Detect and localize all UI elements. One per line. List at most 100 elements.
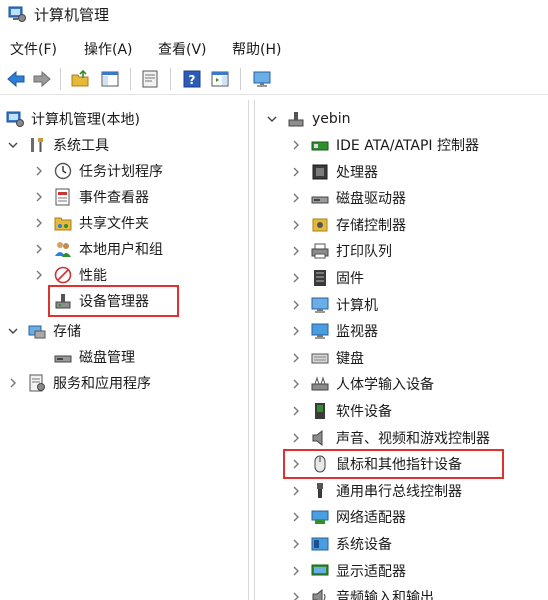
monitor-icon: [311, 323, 329, 340]
tree-item-event-viewer[interactable]: 事件查看器: [32, 184, 149, 210]
device-category-row[interactable]: 软件设备: [289, 398, 392, 424]
chevron-right-icon[interactable]: [289, 271, 303, 285]
properties-icon[interactable]: [140, 69, 160, 89]
tree-label: 任务计划程序: [79, 164, 163, 180]
firmware-icon: [314, 270, 326, 286]
device-category-label: 系统设备: [336, 537, 392, 553]
device-category-row[interactable]: 处理器: [289, 159, 378, 185]
device-category-row[interactable]: 固件: [289, 265, 364, 291]
device-category-label: 声音、视频和游戏控制器: [336, 430, 490, 447]
chevron-right-icon[interactable]: [289, 431, 303, 445]
tree-root-computer-management[interactable]: 计算机管理(本地): [6, 106, 140, 132]
tree-item-disk-management[interactable]: 磁盘管理: [54, 344, 135, 370]
chevron-right-icon[interactable]: [289, 404, 303, 418]
chevron-right-icon[interactable]: [32, 268, 46, 282]
device-category-row[interactable]: IDE ATA/ATAPI 控制器: [289, 132, 479, 158]
chevron-right-icon[interactable]: [289, 377, 303, 391]
tree-item-services-apps[interactable]: 服务和应用程序: [6, 370, 151, 396]
device-category-row[interactable]: 声音、视频和游戏控制器: [289, 425, 490, 451]
tree-label: 服务和应用程序: [53, 376, 151, 392]
tree-label: 共享文件夹: [79, 216, 149, 232]
clock-icon: [54, 162, 72, 180]
software-device-icon: [315, 403, 325, 419]
tree-item-local-users-groups[interactable]: 本地用户和组: [32, 236, 163, 262]
chevron-right-icon[interactable]: [289, 564, 303, 578]
chevron-right-icon[interactable]: [6, 376, 20, 390]
tree-label: 本地用户和组: [79, 242, 163, 258]
chevron-right-icon[interactable]: [32, 190, 46, 204]
display-adapter-icon: [311, 564, 329, 576]
keyboard-icon: [311, 353, 329, 364]
device-category-row[interactable]: 计算机: [289, 292, 378, 318]
menu-file[interactable]: 文件(F): [10, 39, 57, 59]
help-icon[interactable]: ?: [182, 69, 202, 89]
chevron-right-icon[interactable]: [289, 484, 303, 498]
device-category-label: 处理器: [336, 164, 378, 181]
tree-item-storage[interactable]: 存储: [6, 318, 81, 344]
show-action-pane-icon[interactable]: [210, 69, 230, 89]
monitor-icon[interactable]: [252, 69, 272, 89]
device-category-label: 磁盘驱动器: [336, 191, 406, 208]
device-category-row[interactable]: 磁盘驱动器: [289, 185, 406, 211]
tree-label: 事件查看器: [79, 190, 149, 206]
title-bar: 计算机管理: [0, 0, 548, 28]
chevron-right-icon[interactable]: [32, 164, 46, 178]
forward-icon[interactable]: [32, 69, 52, 89]
device-category-label: 显示适配器: [336, 563, 406, 580]
device-category-label: 存储控制器: [336, 217, 406, 234]
chevron-right-icon[interactable]: [289, 244, 303, 258]
tree-label: 系统工具: [53, 138, 109, 154]
tree-item-shared-folders[interactable]: 共享文件夹: [32, 210, 149, 236]
device-category-label: 网络适配器: [336, 510, 406, 527]
toolbar-separator: [170, 68, 171, 90]
network-adapter-icon: [311, 510, 329, 525]
chevron-right-icon[interactable]: [289, 298, 303, 312]
printer-icon: [311, 243, 329, 259]
chevron-right-icon[interactable]: [289, 165, 303, 179]
device-category-row[interactable]: 音频输入和输出: [289, 584, 434, 600]
device-category-row[interactable]: 网络适配器: [289, 504, 406, 530]
device-category-row[interactable]: 系统设备: [289, 531, 392, 557]
toolbar-separator: [60, 68, 61, 90]
chevron-right-icon[interactable]: [289, 351, 303, 365]
device-category-row[interactable]: 人体学输入设备: [289, 371, 434, 397]
chevron-right-icon[interactable]: [289, 191, 303, 205]
tree-item-system-tools[interactable]: 系统工具: [6, 132, 109, 158]
chevron-down-icon[interactable]: [6, 324, 20, 338]
chevron-right-icon[interactable]: [289, 324, 303, 338]
chevron-right-icon[interactable]: [289, 510, 303, 524]
device-category-row[interactable]: 显示适配器: [289, 558, 406, 584]
chevron-right-icon[interactable]: [289, 218, 303, 232]
menu-bar: 文件(F) 操作(A) 查看(V) 帮助(H): [0, 34, 548, 60]
chevron-down-icon[interactable]: [265, 112, 279, 126]
menu-action[interactable]: 操作(A): [84, 39, 133, 59]
device-category-label: 计算机: [336, 297, 378, 314]
up-folder-icon[interactable]: [70, 69, 90, 89]
chevron-right-icon[interactable]: [32, 216, 46, 230]
highlight-box-device-manager: [48, 285, 179, 317]
computer-management-icon: [8, 6, 26, 22]
chevron-down-icon[interactable]: [6, 138, 20, 152]
device-tree-root[interactable]: yebin: [265, 106, 351, 132]
tree-label: 磁盘管理: [79, 350, 135, 366]
chevron-right-icon[interactable]: [289, 590, 303, 600]
speaker-icon: [312, 429, 323, 446]
device-category-row[interactable]: 存储控制器: [289, 212, 406, 238]
chevron-right-icon[interactable]: [32, 242, 46, 256]
show-hide-tree-icon[interactable]: [100, 69, 120, 89]
services-icon: [29, 374, 45, 392]
chevron-right-icon[interactable]: [289, 537, 303, 551]
device-category-row[interactable]: 通用串行总线控制器: [289, 478, 462, 504]
svg-text:?: ?: [189, 73, 196, 87]
storage-controller-icon: [312, 218, 328, 232]
shared-folder-icon: [54, 217, 72, 231]
menu-help[interactable]: 帮助(H): [232, 39, 281, 59]
chevron-right-icon[interactable]: [289, 138, 303, 152]
device-category-row[interactable]: 键盘: [289, 345, 364, 371]
back-icon[interactable]: [6, 69, 26, 89]
device-category-row[interactable]: 打印队列: [289, 238, 392, 264]
ide-controller-icon: [311, 141, 329, 151]
menu-view[interactable]: 查看(V): [158, 39, 207, 59]
device-category-row[interactable]: 监视器: [289, 318, 378, 344]
tree-item-task-scheduler[interactable]: 任务计划程序: [32, 158, 163, 184]
